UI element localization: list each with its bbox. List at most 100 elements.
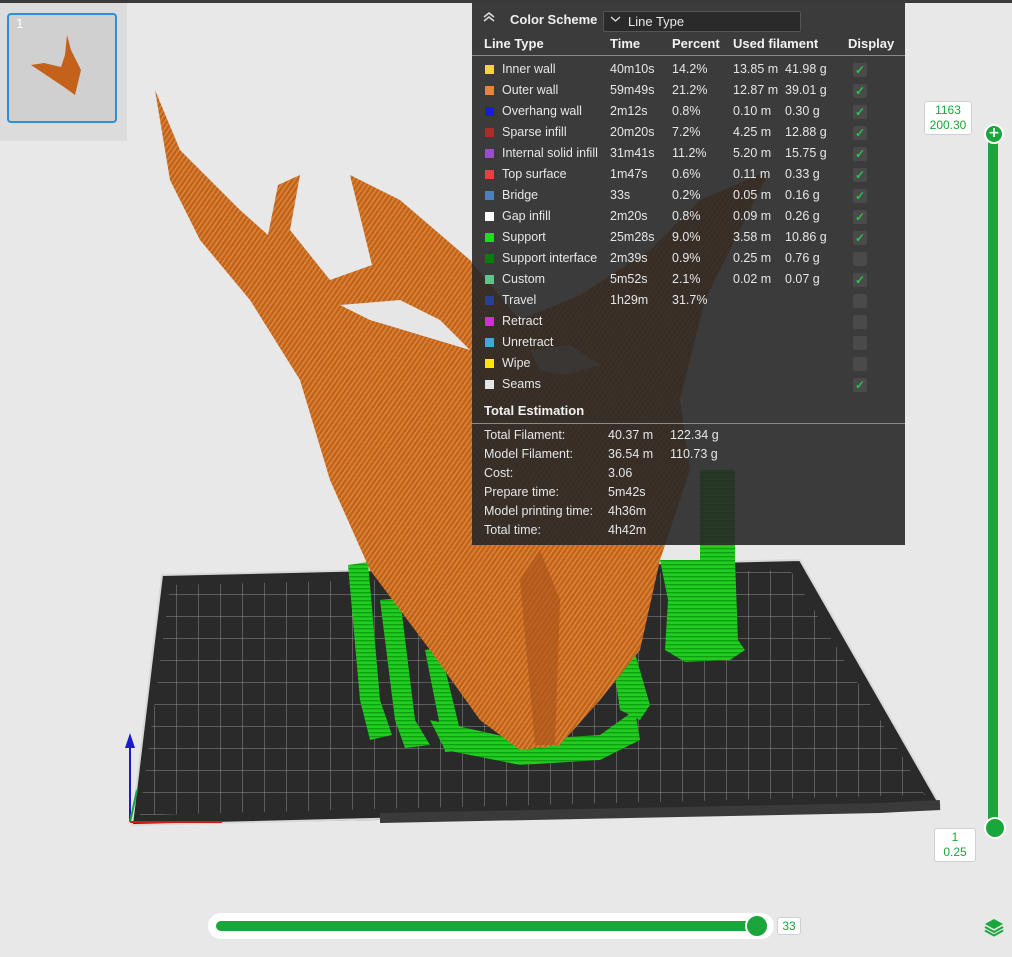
display-checkbox[interactable]: ✓ [853, 189, 867, 203]
collapse-icon[interactable] [482, 11, 498, 25]
legend-row: Sparse infill 20m20s 7.2% 4.25 m 12.88 g ✓ [472, 122, 905, 143]
line-type-name: Seams [502, 377, 541, 391]
col-time: Time [610, 36, 641, 51]
color-swatch [485, 212, 494, 221]
line-time: 31m41s [610, 146, 655, 160]
total-row: Model printing time: 4h36m [472, 502, 905, 521]
line-length: 0.09 m [733, 209, 772, 223]
line-time: 20m20s [610, 125, 655, 139]
display-checkbox[interactable]: ✓ [853, 210, 867, 224]
line-length: 3.58 m [733, 230, 772, 244]
total-row: Prepare time: 5m42s [472, 483, 905, 502]
line-type-name: Inner wall [502, 62, 556, 76]
line-time: 59m49s [610, 83, 655, 97]
line-type-name: Wipe [502, 356, 531, 370]
col-used-filament: Used filament [733, 36, 819, 51]
line-type-name: Support [502, 230, 546, 244]
color-swatch [485, 128, 494, 137]
line-percent: 0.8% [672, 104, 701, 118]
legend-row: Top surface 1m47s 0.6% 0.11 m 0.33 g ✓ [472, 164, 905, 185]
line-weight: 41.98 g [785, 62, 827, 76]
display-checkbox[interactable]: ✓ [853, 231, 867, 245]
legend-row: Outer wall 59m49s 21.2% 12.87 m 39.01 g ✓ [472, 80, 905, 101]
display-checkbox[interactable]: ✓ [853, 105, 867, 119]
layer-slider-bottom-handle[interactable] [984, 817, 1006, 839]
color-scheme-select[interactable]: Line Type [603, 11, 801, 32]
total-value-secondary: 110.73 g [670, 447, 718, 461]
bottom-layer-label: 1 0.25 [934, 828, 976, 862]
line-weight: 10.86 g [785, 230, 827, 244]
legend-row: Internal solid infill 31m41s 11.2% 5.20 m 15… [472, 143, 905, 164]
layers-icon[interactable] [983, 916, 1005, 938]
legend-row: Overhang wall 2m12s 0.8% 0.10 m 0.30 g ✓ [472, 101, 905, 122]
layer-slider-track[interactable] [988, 132, 998, 832]
line-time: 1m47s [610, 167, 648, 181]
legend-row: Custom 5m52s 2.1% 0.02 m 0.07 g ✓ [472, 269, 905, 290]
color-swatch [485, 107, 494, 116]
line-weight: 12.88 g [785, 125, 827, 139]
total-row: Model Filament: 36.54 m 110.73 g [472, 445, 905, 464]
line-type-name: Internal solid infill [502, 146, 598, 160]
line-type-name: Top surface [502, 167, 567, 181]
total-row: Cost: 3.06 [472, 464, 905, 483]
bottom-layer-number: 1 [951, 830, 959, 844]
total-row: Total time: 4h42m [472, 521, 905, 540]
color-swatch [485, 170, 494, 179]
layer-slider-top-handle[interactable]: + [984, 124, 1004, 144]
line-time: 33s [610, 188, 631, 202]
color-swatch [485, 338, 494, 347]
line-percent: 2.1% [672, 272, 701, 286]
line-percent: 11.2% [672, 146, 707, 160]
line-time: 2m39s [610, 251, 648, 265]
color-swatch [485, 275, 494, 284]
top-layer-height: 200.30 [929, 118, 967, 132]
line-length: 13.85 m [733, 62, 779, 76]
color-swatch [485, 380, 494, 389]
legend-row: Inner wall 40m10s 14.2% 13.85 m 41.98 g ✓ [472, 59, 905, 80]
move-slider-handle[interactable] [745, 914, 769, 938]
top-layer-label: 1163 200.30 [924, 101, 972, 135]
total-value: 3.06 [608, 466, 633, 480]
line-type-name: Overhang wall [502, 104, 582, 118]
line-type-name: Support interface [502, 251, 598, 265]
display-checkbox[interactable] [853, 315, 867, 329]
line-time: 2m12s [610, 104, 648, 118]
line-length: 5.20 m [733, 146, 772, 160]
total-divider [472, 423, 905, 424]
color-swatch [485, 191, 494, 200]
move-slider-value: 33 [777, 917, 801, 935]
color-swatch [485, 317, 494, 326]
display-checkbox[interactable] [853, 294, 867, 308]
total-value: 36.54 m [608, 447, 654, 461]
display-checkbox[interactable]: ✓ [853, 147, 867, 161]
line-weight: 0.76 g [785, 251, 820, 265]
line-percent: 31.7% [672, 293, 708, 307]
total-value: 40.37 m [608, 428, 654, 442]
line-type-name: Unretract [502, 335, 554, 349]
line-type-name: Bridge [502, 188, 539, 202]
total-label: Model printing time: [484, 504, 594, 518]
display-checkbox[interactable]: ✓ [853, 168, 867, 182]
color-scheme-label: Color Scheme [510, 12, 598, 27]
move-slider-track[interactable] [216, 921, 764, 931]
display-checkbox[interactable]: ✓ [853, 378, 867, 392]
chevron-down-icon [610, 13, 621, 26]
display-checkbox[interactable]: ✓ [853, 273, 867, 287]
color-swatch [485, 359, 494, 368]
display-checkbox[interactable]: ✓ [853, 126, 867, 140]
color-swatch [485, 86, 494, 95]
col-percent: Percent [672, 36, 720, 51]
line-time: 5m52s [610, 272, 648, 286]
display-checkbox[interactable]: ✓ [853, 84, 867, 98]
display-checkbox[interactable] [853, 252, 867, 266]
display-checkbox[interactable]: ✓ [853, 63, 867, 77]
legend-row: Travel 1h29m 31.7% [472, 290, 905, 311]
line-percent: 0.8% [672, 209, 701, 223]
legend-row: Support 25m28s 9.0% 3.58 m 10.86 g ✓ [472, 227, 905, 248]
legend-row: Gap infill 2m20s 0.8% 0.09 m 0.26 g ✓ [472, 206, 905, 227]
display-checkbox[interactable] [853, 336, 867, 350]
display-checkbox[interactable] [853, 357, 867, 371]
line-type-name: Outer wall [502, 83, 559, 97]
plate-index: 1 [16, 17, 24, 31]
plate-preview-icon [31, 35, 81, 95]
